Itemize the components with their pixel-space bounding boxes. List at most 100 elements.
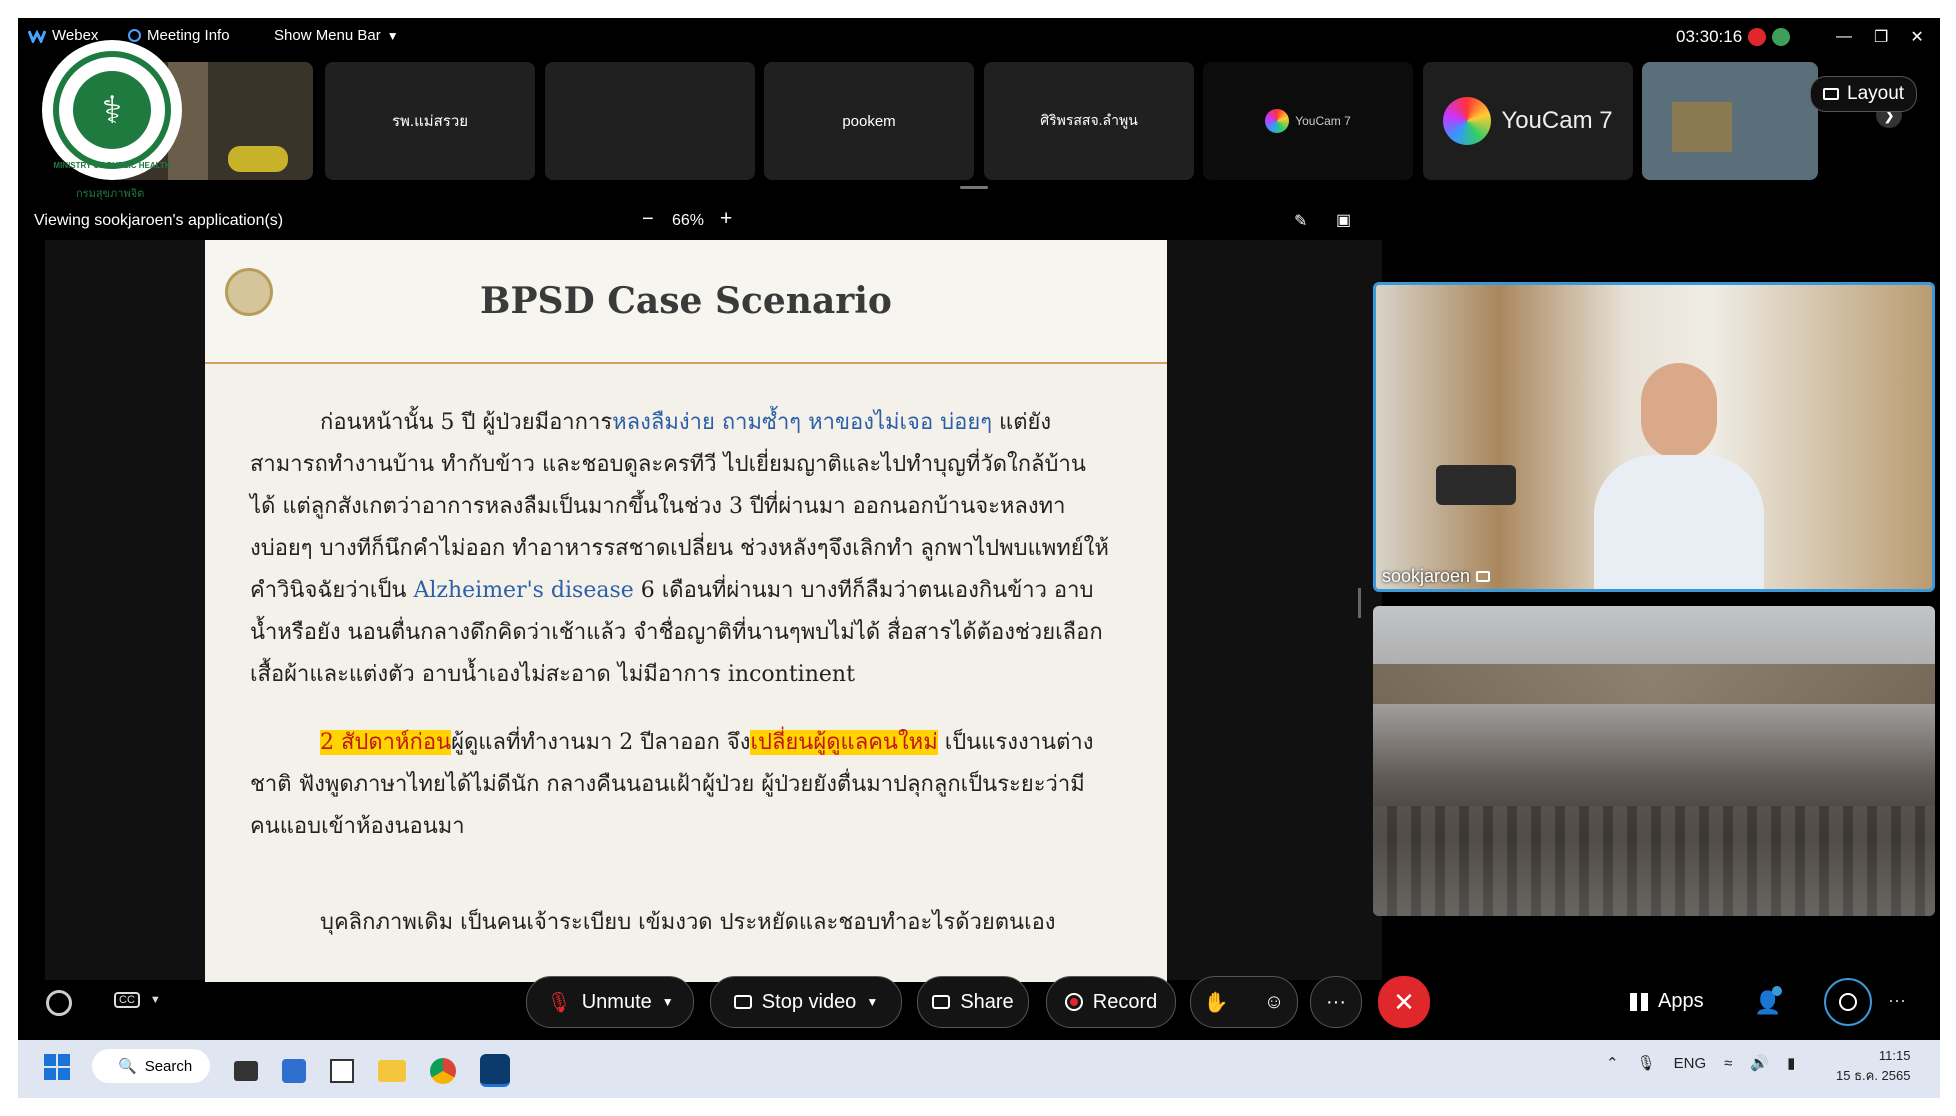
slide-header: BPSD Case Scenario: [205, 240, 1167, 364]
text-run: ผู้ดูแลที่ทำงานมา 2 ปีลาออก จึง: [451, 730, 751, 755]
apps-label: Apps: [1658, 990, 1704, 1012]
panel-splitter[interactable]: [1358, 588, 1361, 618]
meeting-info-button[interactable]: Meeting Info: [128, 27, 230, 44]
webex-window: Webex Meeting Info Show Menu Bar ▼ 03:30…: [18, 18, 1940, 1040]
chevron-down-icon: ▼: [866, 995, 879, 1009]
activity-icon[interactable]: [46, 990, 72, 1016]
show-menu-bar-button[interactable]: Show Menu Bar ▼: [274, 27, 399, 44]
participant-tile[interactable]: YouCam 7: [1423, 62, 1633, 180]
webex-app-menu[interactable]: Webex: [28, 27, 98, 44]
text-run: ก่อนหน้านั้น 5 ปี ผู้ป่วยมีอาการ: [320, 410, 613, 435]
viewing-label: Viewing sookjaroen's application(s): [34, 212, 284, 229]
store-icon[interactable]: [282, 1058, 306, 1083]
title-bar: Webex Meeting Info Show Menu Bar ▼ 03:30…: [18, 18, 1940, 58]
system-tray: ⌃ 🎙 ENG ≈ 🔊 ▮: [1606, 1054, 1795, 1073]
more-icon: ···: [1326, 990, 1346, 1013]
mic-muted-icon[interactable]: 🎙: [1637, 1054, 1656, 1072]
unmute-label: Unmute: [581, 990, 652, 1013]
language-indicator[interactable]: ENG: [1674, 1055, 1707, 1072]
notification-dot: [1772, 986, 1782, 996]
reaction-emoji-icon[interactable]: ☺: [1264, 991, 1284, 1014]
network-stats-icon[interactable]: [1772, 28, 1791, 46]
room-image: [1672, 102, 1732, 152]
restore-icon[interactable]: ❐: [1874, 27, 1888, 47]
overflow-menu-button[interactable]: ···: [1888, 990, 1906, 1011]
person-silhouette: [1576, 363, 1776, 589]
captions-button[interactable]: CC ▼: [114, 992, 161, 1008]
start-button[interactable]: [44, 1054, 70, 1080]
webex-taskbar-icon[interactable]: [480, 1054, 510, 1087]
participant-tile[interactable]: [1642, 62, 1818, 180]
share-toolbar: Viewing sookjaroen's application(s) − 66…: [18, 204, 1398, 238]
more-options-button[interactable]: ···: [1310, 976, 1362, 1028]
task-view-icon[interactable]: [234, 1060, 258, 1081]
diagnosis-text: Alzheimer's disease: [413, 578, 634, 603]
room-video[interactable]: [1373, 606, 1935, 916]
speaker-name-tag: sookjaroen: [1382, 566, 1491, 587]
ministry-logo: ⚕ MINISTRY OF PUBLIC HEALTH: [42, 40, 182, 180]
speaker-video[interactable]: sookjaroen: [1373, 282, 1935, 592]
windows-taskbar: 🔍 Search ⌃ 🎙 ENG ≈ 🔊 ▮ 11:15 15 ธ.ค. 256…: [18, 1040, 1940, 1098]
taskbar-clock[interactable]: 11:15 15 ธ.ค. 2565: [1836, 1046, 1910, 1086]
timer-value: 03:30:16: [1676, 27, 1743, 46]
participants-button[interactable]: 👤: [1754, 986, 1782, 1016]
strip-resize-handle[interactable]: [960, 186, 988, 189]
participant-tile[interactable]: ศิริพรสสจ.ลำพูน: [984, 62, 1194, 180]
annotate-icon[interactable]: ✎: [1294, 211, 1307, 231]
record-button[interactable]: Record: [1046, 976, 1176, 1028]
participant-tile[interactable]: pookem: [764, 62, 974, 180]
share-button[interactable]: Share: [917, 976, 1029, 1028]
slide-paragraph-2: 2 สัปดาห์ก่อนผู้ดูแลที่ทำงานมา 2 ปีลาออก…: [250, 722, 1110, 848]
info-icon: [128, 29, 141, 42]
chrome-icon[interactable]: [430, 1057, 456, 1084]
zoom-level: 66%: [672, 212, 705, 229]
wifi-icon[interactable]: ≈: [1724, 1055, 1732, 1072]
slide-paragraph-3: บุคลิกภาพเดิม เป็นคนเจ้าระเบียบ เข้มงวด …: [250, 902, 1110, 944]
youcam-logo-icon: [1443, 97, 1492, 145]
muted-mic-icon: 🎙: [546, 991, 572, 1014]
apps-button[interactable]: Apps: [1630, 990, 1704, 1013]
close-icon[interactable]: ✕: [1910, 27, 1923, 47]
zoom-out-button[interactable]: −: [642, 208, 654, 231]
app-name: Webex: [52, 27, 99, 44]
raise-hand-icon[interactable]: ✋: [1204, 990, 1229, 1015]
zoom-in-button[interactable]: +: [720, 207, 732, 231]
participant-tile[interactable]: [545, 62, 755, 180]
end-call-button[interactable]: ✕: [1378, 976, 1430, 1028]
participant-name: รพ.แม่สรวย: [391, 113, 469, 130]
record-label: Record: [1092, 990, 1158, 1013]
reactions-group: ✋ ☺: [1190, 976, 1298, 1028]
file-explorer-icon[interactable]: [378, 1059, 406, 1082]
video-camera-icon: [733, 995, 752, 1009]
window-controls: — ❐ ✕: [1836, 27, 1924, 47]
vnc-icon[interactable]: [330, 1058, 354, 1083]
remote-control-icon[interactable]: ▣: [1336, 210, 1351, 230]
layout-button[interactable]: Layout: [1810, 76, 1918, 112]
share-label: Share: [960, 990, 1014, 1013]
participant-tile[interactable]: รพ.แม่สรวย: [325, 62, 535, 180]
stop-video-label: Stop video: [761, 990, 857, 1013]
stop-video-button[interactable]: Stop video ▼: [710, 976, 902, 1028]
participant-name: ศิริพรสสจ.ลำพูน: [1040, 112, 1138, 128]
clock-time: 11:15: [1878, 1048, 1911, 1063]
room-curtains: [1373, 664, 1935, 704]
close-icon: ✕: [1393, 986, 1415, 1017]
chevron-up-icon[interactable]: ⌃: [1606, 1054, 1619, 1072]
screen-share-icon: [1476, 571, 1491, 582]
battery-icon[interactable]: ▮: [1787, 1054, 1795, 1072]
record-icon: [1064, 993, 1083, 1011]
search-icon: 🔍: [118, 1058, 137, 1075]
search-label: Search: [144, 1057, 193, 1075]
unmute-button[interactable]: 🎙 Unmute ▼: [526, 976, 694, 1028]
volume-icon[interactable]: 🔊: [1750, 1054, 1769, 1072]
minimize-icon[interactable]: —: [1836, 28, 1852, 46]
taskbar-search[interactable]: 🔍 Search: [92, 1049, 211, 1083]
participant-tile[interactable]: YouCam 7: [1203, 62, 1413, 180]
captions-icon: CC: [114, 992, 140, 1008]
webex-logo-icon: [28, 29, 46, 43]
chat-bubble-icon: [1839, 993, 1857, 1011]
participant-name: YouCam 7: [1295, 114, 1351, 128]
chat-button[interactable]: [1824, 978, 1872, 1026]
youcam-logo-icon: [1265, 109, 1290, 133]
logo-inner-circle: ⚕: [53, 51, 171, 169]
